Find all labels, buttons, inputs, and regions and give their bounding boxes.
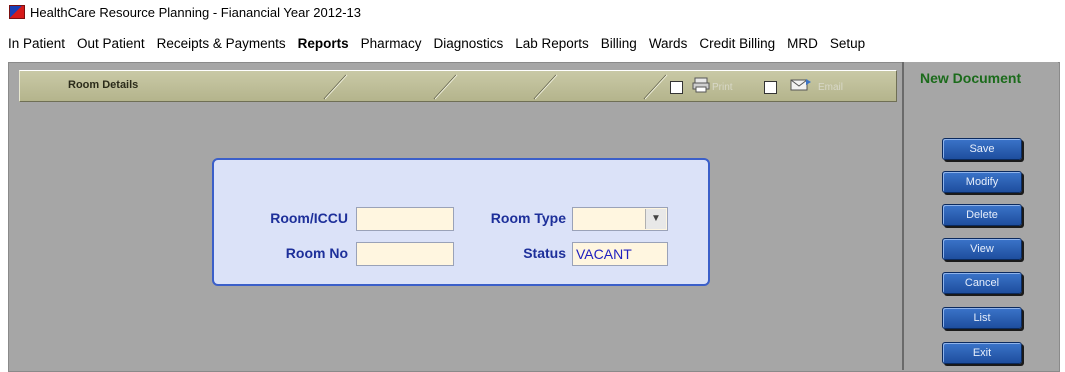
modify-button[interactable]: Modify (942, 171, 1022, 193)
menu-bar: In Patient Out Patient Receipts & Paymen… (0, 30, 1065, 56)
status-label: Status (523, 245, 566, 261)
document-status: New Document (920, 70, 1022, 86)
save-button-label: Save (969, 143, 995, 155)
divider-slash (640, 73, 668, 101)
modify-button-label: Modify (965, 176, 999, 188)
cancel-button[interactable]: Cancel (942, 272, 1022, 294)
print-label: Print (712, 82, 733, 93)
email-checkbox[interactable] (764, 81, 777, 94)
room-no-input[interactable] (356, 242, 454, 266)
email-icon (790, 77, 812, 98)
menu-receipts-payments[interactable]: Receipts & Payments (151, 36, 292, 51)
menu-lab-reports[interactable]: Lab Reports (509, 36, 595, 51)
room-icu-input[interactable] (356, 207, 454, 231)
menu-out-patient[interactable]: Out Patient (71, 36, 151, 51)
exit-button-label: Exit (972, 347, 992, 359)
save-button[interactable]: Save (942, 138, 1022, 160)
page-title: Room Details (68, 79, 139, 91)
room-type-select[interactable]: ▼ (572, 207, 668, 231)
app-logo-icon (9, 5, 25, 19)
view-button-label: View (970, 243, 994, 255)
menu-mrd[interactable]: MRD (781, 36, 824, 51)
list-button-label: List (973, 312, 991, 324)
room-form-panel: Room/ICCU Room Type ▼ Room No Status (212, 158, 710, 286)
window-title: HealthCare Resource Planning - Fianancia… (30, 4, 361, 20)
divider-slash (530, 73, 558, 101)
list-button[interactable]: List (942, 307, 1022, 329)
divider-slash (320, 73, 348, 101)
action-panel: New Document Save Modify Delete View Can… (902, 62, 1058, 370)
menu-reports[interactable]: Reports (292, 36, 355, 51)
status-field[interactable] (572, 242, 668, 266)
panel-divider (902, 62, 904, 370)
header-band: Room Details Print Email (19, 70, 897, 102)
room-type-label: Room Type (490, 210, 566, 226)
menu-credit-billing[interactable]: Credit Billing (693, 36, 781, 51)
menu-pharmacy[interactable]: Pharmacy (355, 36, 428, 51)
menu-billing[interactable]: Billing (595, 36, 643, 51)
printer-icon (692, 77, 710, 98)
delete-button-label: Delete (966, 209, 998, 221)
menu-wards[interactable]: Wards (643, 36, 694, 51)
menu-setup[interactable]: Setup (824, 36, 871, 51)
exit-button[interactable]: Exit (942, 342, 1022, 364)
print-checkbox[interactable] (670, 81, 683, 94)
title-bar: HealthCare Resource Planning - Fianancia… (0, 0, 1065, 24)
divider-slash (430, 73, 458, 101)
room-icu-label: Room/ICCU (270, 210, 348, 226)
room-no-label: Room No (285, 245, 348, 261)
cancel-button-label: Cancel (964, 277, 1000, 289)
menu-in-patient[interactable]: In Patient (0, 36, 71, 51)
chevron-down-icon[interactable]: ▼ (645, 209, 666, 229)
menu-diagnostics[interactable]: Diagnostics (427, 36, 509, 51)
email-label: Email (818, 82, 844, 93)
view-button[interactable]: View (942, 238, 1022, 260)
delete-button[interactable]: Delete (942, 204, 1022, 226)
